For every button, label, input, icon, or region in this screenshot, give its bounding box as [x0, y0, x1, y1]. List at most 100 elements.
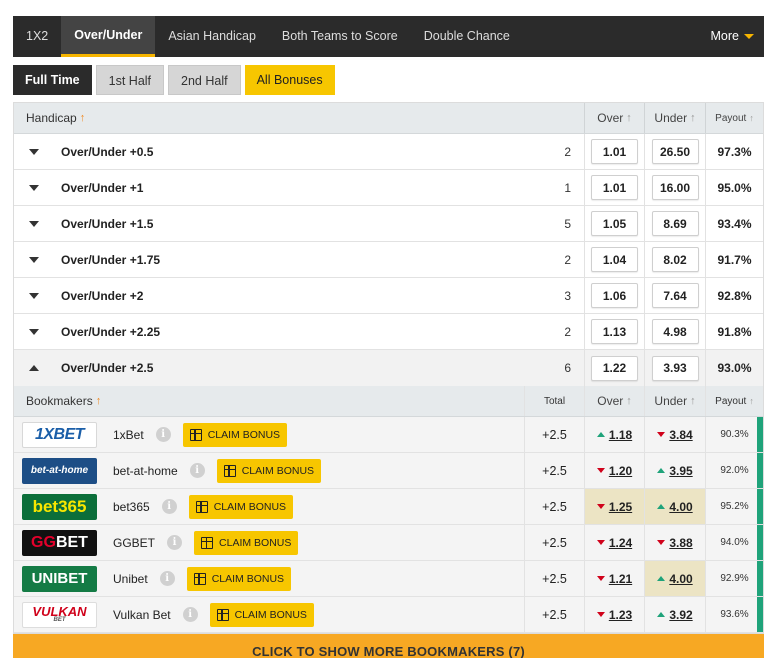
under-column-header[interactable]: Under ↑ [644, 103, 705, 133]
chevron-down-icon[interactable] [29, 220, 39, 227]
over-odds-cell: 1.06 [584, 278, 644, 313]
bookmaker-name[interactable]: bet-at-home [113, 464, 178, 478]
claim-bonus-button[interactable]: CLAIM BONUS [182, 422, 288, 447]
bookmaker-name[interactable]: GGBET [113, 536, 155, 550]
sort-arrow-icon: ↑ [95, 395, 102, 407]
under-odds-button[interactable]: 16.00 [651, 175, 699, 200]
handicap-column-header[interactable]: Handicap ↑ [14, 103, 584, 133]
over-column-header[interactable]: Over ↑ [584, 103, 644, 133]
nav-tab-asian-handicap[interactable]: Asian Handicap [155, 16, 269, 57]
bookmakers-column-header[interactable]: Bookmakers ↑ [14, 386, 524, 416]
claim-bonus-button[interactable]: CLAIM BONUS [188, 494, 294, 519]
bk-payout-value: 93.6% [705, 597, 763, 632]
over-odds-button[interactable]: 1.22 [591, 355, 638, 381]
chevron-down-icon[interactable] [29, 184, 39, 191]
payout-column-header[interactable]: Payout ↑ [705, 103, 763, 133]
chevron-down-icon[interactable] [29, 292, 39, 299]
claim-bonus-button[interactable]: CLAIM BONUS [194, 530, 299, 555]
over-odds-button[interactable]: 1.01 [591, 175, 638, 200]
bk-over-odds-link[interactable]: 1.18 [596, 428, 632, 442]
under-odds-button[interactable]: 26.50 [651, 139, 699, 164]
show-more-bookmakers-button[interactable]: CLICK TO SHOW MORE BOOKMAKERS (7) [13, 634, 764, 658]
info-icon[interactable]: i [167, 535, 183, 550]
bk-under-odds-value: 4.00 [669, 571, 693, 586]
period-tab-full-time[interactable]: Full Time [13, 65, 92, 95]
bk-payout-value: 92.0% [705, 453, 763, 488]
bk-over-odds-link[interactable]: 1.20 [596, 464, 632, 478]
bk-over-odds-link[interactable]: 1.24 [596, 536, 632, 550]
bk-payout-column-header[interactable]: Payout ↑ [705, 386, 763, 416]
chevron-down-icon[interactable] [29, 328, 39, 335]
claim-bonus-label: CLAIM BONUS [219, 536, 292, 549]
over-odds-button[interactable]: 1.01 [591, 139, 638, 164]
over-odds-button[interactable]: 1.05 [591, 211, 638, 236]
nav-tab-over-under[interactable]: Over/Under [61, 16, 156, 57]
over-odds-button[interactable]: 1.06 [591, 283, 638, 308]
bk-under-cell: 4.00 [644, 561, 705, 596]
bookmaker-name[interactable]: Unibet [113, 572, 148, 586]
arrow-down-icon [596, 576, 605, 581]
arrow-down-icon [596, 504, 605, 509]
nav-tab-double-chance[interactable]: Double Chance [411, 16, 523, 57]
market-row[interactable]: Over/Under +1.75 2 1.04 8.02 91.7% [14, 242, 763, 278]
claim-bonus-label: CLAIM BONUS [207, 428, 281, 441]
bk-over-odds-link[interactable]: 1.25 [596, 500, 632, 514]
chevron-down-icon[interactable] [29, 148, 39, 155]
chevron-down-icon[interactable] [29, 256, 39, 263]
claim-bonus-button[interactable]: CLAIM BONUS [209, 602, 314, 627]
under-odds-button[interactable]: 8.69 [651, 211, 699, 236]
nav-tab-1x2[interactable]: 1X2 [13, 16, 61, 57]
bookmaker-count: 2 [564, 144, 571, 159]
period-tab-1st-half[interactable]: 1st Half [95, 65, 165, 95]
market-row[interactable]: Over/Under +2 3 1.06 7.64 92.8% [14, 278, 763, 314]
market-row[interactable]: Over/Under +1.5 5 1.05 8.69 93.4% [14, 206, 763, 242]
over-odds-button[interactable]: 1.13 [591, 319, 638, 344]
all-bonuses-button[interactable]: All Bonuses [244, 65, 335, 95]
info-icon[interactable]: i [161, 499, 177, 514]
bookmaker-name[interactable]: 1xBet [113, 428, 144, 442]
market-row[interactable]: Over/Under +1 1 1.01 16.00 95.0% [14, 170, 763, 206]
under-odds-button[interactable]: 4.98 [651, 319, 699, 344]
bk-under-column-header[interactable]: Under ↑ [644, 386, 705, 416]
more-menu-button[interactable]: More [711, 16, 754, 57]
bk-under-odds-link[interactable]: 3.95 [657, 464, 693, 478]
bk-over-odds-link[interactable]: 1.23 [596, 608, 632, 622]
under-odds-button[interactable]: 3.93 [651, 355, 699, 381]
payout-value: 97.3% [705, 134, 763, 169]
bk-under-cell: 3.84 [644, 417, 705, 452]
arrow-down-icon [596, 612, 605, 617]
period-tab-2nd-half[interactable]: 2nd Half [168, 65, 241, 95]
info-icon[interactable]: i [159, 571, 175, 586]
nav-tab-both-teams-to-score[interactable]: Both Teams to Score [269, 16, 411, 57]
info-icon[interactable]: i [189, 463, 205, 478]
claim-bonus-label: CLAIM BONUS [213, 500, 287, 513]
bk-under-odds-link[interactable]: 3.92 [657, 608, 693, 622]
bk-under-cell: 3.88 [644, 525, 705, 560]
market-row[interactable]: Over/Under +2.5 6 1.22 3.93 93.0% [14, 350, 763, 386]
bookmaker-name[interactable]: bet365 [113, 500, 150, 514]
market-row[interactable]: Over/Under +2.25 2 1.13 4.98 91.8% [14, 314, 763, 350]
payout-header-label: Payout [715, 112, 747, 124]
info-icon[interactable]: i [155, 427, 171, 442]
bk-under-odds-link[interactable]: 4.00 [657, 500, 693, 514]
bk-under-odds-link[interactable]: 3.88 [657, 536, 693, 550]
bk-over-odds-link[interactable]: 1.21 [596, 572, 632, 586]
bk-under-odds-link[interactable]: 3.84 [657, 428, 693, 442]
under-odds-button[interactable]: 8.02 [651, 247, 699, 272]
bk-under-cell: 3.92 [644, 597, 705, 632]
over-odds-button[interactable]: 1.04 [591, 247, 638, 272]
arrow-down-icon [596, 540, 605, 545]
bk-over-cell: 1.23 [584, 597, 644, 632]
chevron-up-icon[interactable] [29, 365, 39, 371]
gift-icon [195, 500, 208, 513]
claim-bonus-button[interactable]: CLAIM BONUS [186, 566, 292, 591]
market-row[interactable]: Over/Under +0.5 2 1.01 26.50 97.3% [14, 134, 763, 170]
info-icon[interactable]: i [182, 607, 198, 622]
bk-payout-value: 92.9% [705, 561, 763, 596]
bk-under-odds-link[interactable]: 4.00 [657, 571, 693, 586]
bk-under-header-label: Under [654, 394, 688, 408]
under-odds-button[interactable]: 7.64 [651, 283, 699, 308]
bk-over-column-header[interactable]: Over ↑ [584, 386, 644, 416]
bookmaker-name[interactable]: Vulkan Bet [113, 608, 171, 622]
claim-bonus-button[interactable]: CLAIM BONUS [216, 458, 322, 483]
